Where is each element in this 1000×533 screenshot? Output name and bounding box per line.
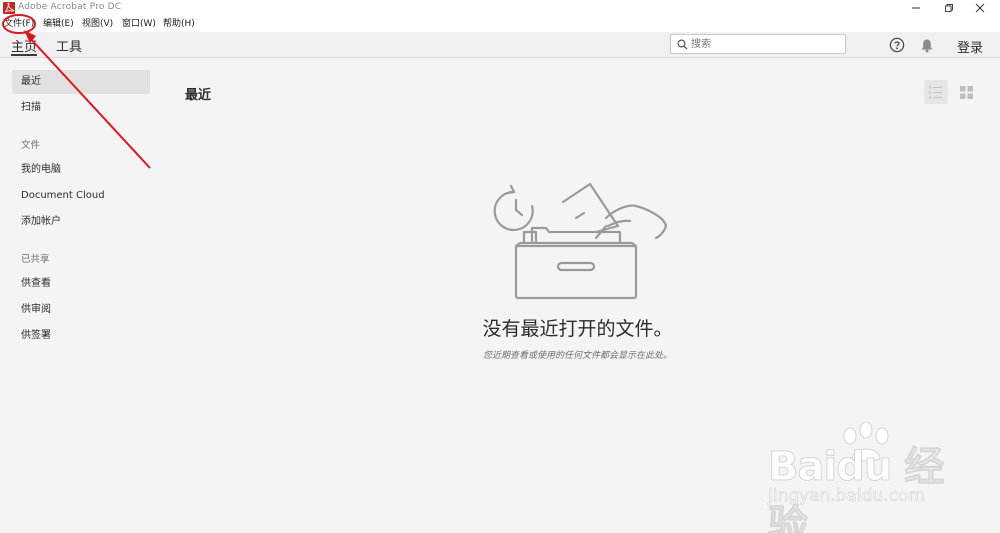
title-bar: Adobe Acrobat Pro DC <box>0 0 1000 16</box>
menu-help[interactable]: 帮助(H) <box>163 17 195 31</box>
tab-home[interactable]: 主页 <box>11 36 38 56</box>
acrobat-icon <box>3 2 15 14</box>
search-icon <box>677 39 688 50</box>
sidebar-item-my-computer[interactable]: 我的电脑 <box>12 158 150 182</box>
menu-view[interactable]: 视图(V) <box>82 17 113 31</box>
login-button[interactable]: 登录 <box>957 37 983 56</box>
search-box[interactable] <box>670 34 846 54</box>
grid-view-icon[interactable] <box>954 80 978 104</box>
sidebar-item-recent[interactable]: 最近 <box>12 70 150 94</box>
sidebar: 最近 扫描 文件 我的电脑 Document Cloud 添加帐户 已共享 供查… <box>0 59 160 533</box>
window-title: Adobe Acrobat Pro DC <box>18 2 122 12</box>
top-toolbar: 主页 工具 登录 <box>0 32 1000 58</box>
sidebar-section-files: 文件 <box>21 140 41 151</box>
sidebar-item-scan[interactable]: 扫描 <box>12 96 150 120</box>
close-icon[interactable] <box>960 0 1000 16</box>
baidu-watermark: Baidu 经验 jingyan.baidu.com <box>760 422 960 533</box>
sidebar-item-document-cloud[interactable]: Document Cloud <box>12 184 150 208</box>
menu-bar: 文件(F) 编辑(E) 视图(V) 窗口(W) 帮助(H) <box>0 16 1000 32</box>
tab-tools[interactable]: 工具 <box>56 36 82 56</box>
help-icon[interactable] <box>888 36 906 54</box>
bell-icon[interactable] <box>918 36 936 54</box>
empty-state-title: 没有最近打开的文件。 <box>482 318 673 340</box>
sidebar-item-add-account[interactable]: 添加帐户 <box>12 210 150 234</box>
list-view-icon[interactable] <box>924 80 948 104</box>
watermark-url: jingyan.baidu.com <box>768 486 925 507</box>
menu-window[interactable]: 窗口(W) <box>122 17 156 31</box>
sidebar-item-for-view[interactable]: 供查看 <box>12 272 150 296</box>
watermark-brand: Baidu 经验 <box>768 444 945 533</box>
menu-edit[interactable]: 编辑(E) <box>43 17 74 31</box>
menu-file[interactable]: 文件(F) <box>4 17 34 31</box>
sidebar-section-shared: 已共享 <box>21 254 50 265</box>
empty-state-subtitle: 您近期查看或使用的任何文件都会显示在此处。 <box>482 351 672 361</box>
empty-state-illustration <box>488 180 673 305</box>
page-title: 最近 <box>185 88 212 103</box>
search-input[interactable] <box>691 36 841 52</box>
